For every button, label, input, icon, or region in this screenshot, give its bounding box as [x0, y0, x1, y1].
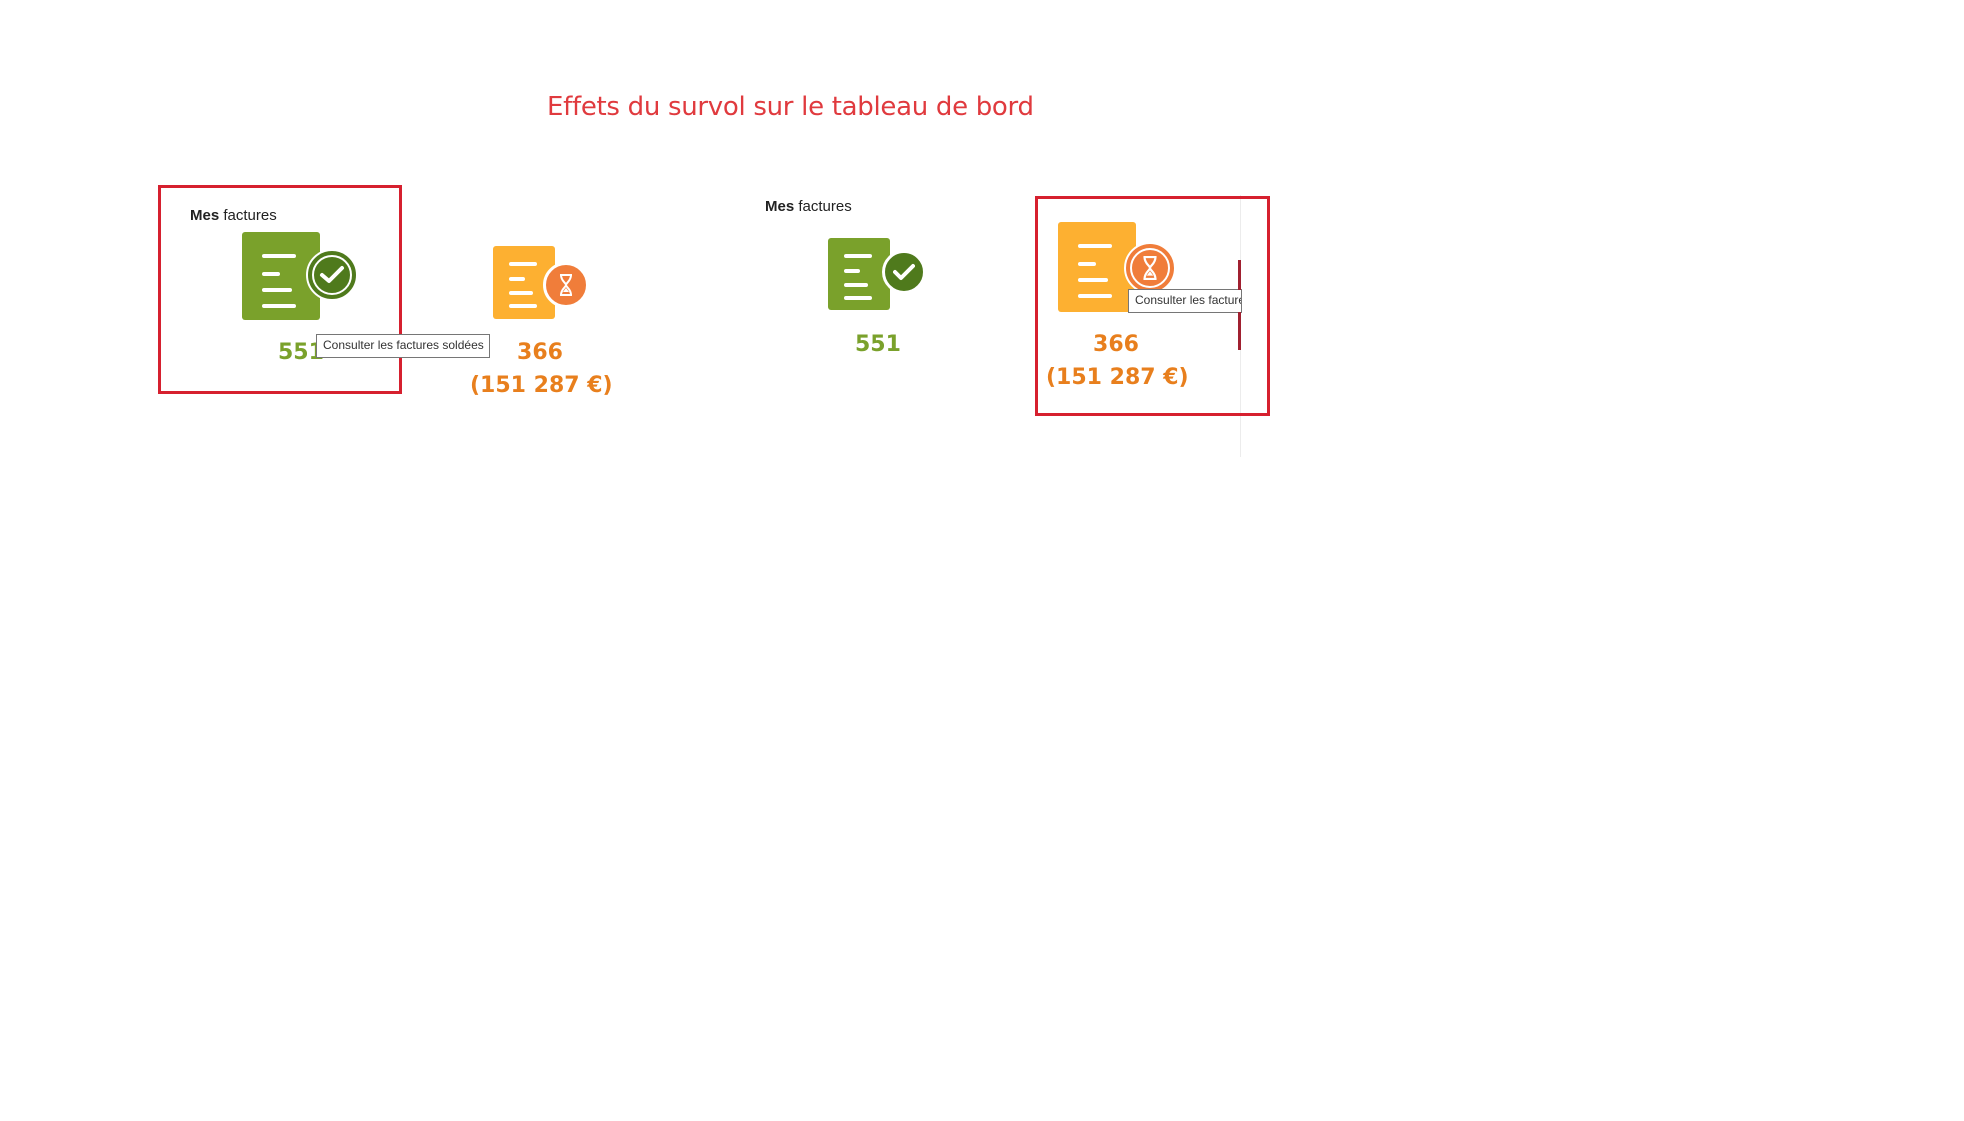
paid-count[interactable]: 551: [855, 332, 901, 357]
tooltip-pending: Consulter les facture: [1128, 289, 1242, 313]
pending-count[interactable]: 366: [500, 340, 580, 365]
caption: Effets du survol sur le tableau de bord: [547, 92, 1034, 122]
paid-count[interactable]: 551: [278, 340, 324, 365]
check-icon: [882, 250, 926, 294]
edge-fragment: [1238, 260, 1241, 290]
invoice-paid-icon[interactable]: [828, 238, 928, 312]
invoice-paid-icon[interactable]: [242, 232, 362, 322]
check-icon: [306, 249, 358, 301]
section-title-rest: factures: [794, 198, 852, 215]
pending-amount[interactable]: (151 287 €): [1046, 365, 1189, 390]
section-title-bold: Mes: [765, 198, 795, 215]
section-title-right: Mes factures: [765, 198, 852, 215]
document-shape: [828, 238, 890, 310]
pending-count[interactable]: 366: [1076, 332, 1156, 357]
tooltip-paid: Consulter les factures soldées: [316, 334, 490, 358]
invoice-pending-icon[interactable]: [493, 246, 593, 320]
pending-amount[interactable]: (151 287 €): [470, 373, 613, 398]
hourglass-icon: [1124, 242, 1176, 294]
hourglass-icon: [543, 262, 589, 308]
edge-fragment: [1238, 312, 1241, 350]
